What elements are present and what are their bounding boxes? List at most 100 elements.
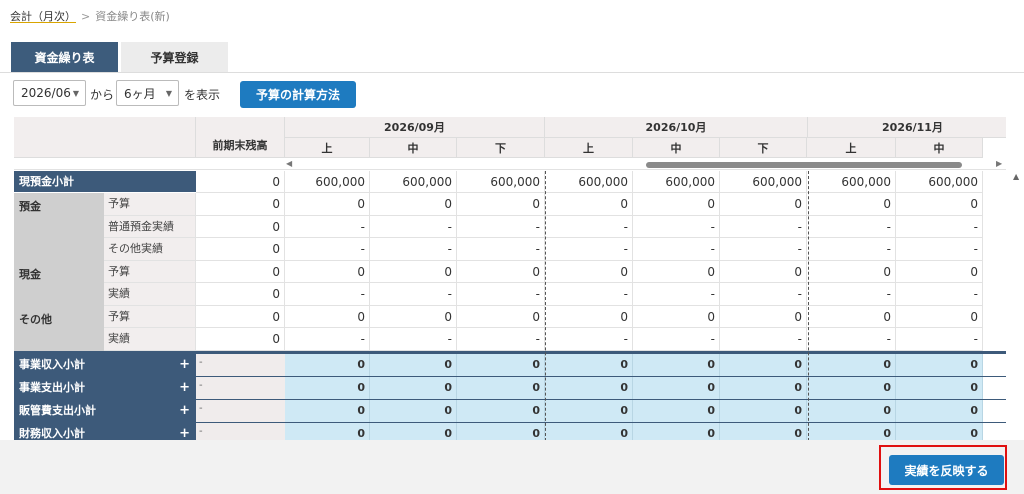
- prev-balance-cell: 0: [196, 283, 285, 306]
- value-cell[interactable]: -: [807, 283, 896, 306]
- value-cell[interactable]: -: [457, 283, 545, 306]
- prev-balance-cell: 0: [196, 328, 285, 351]
- scroll-left-icon[interactable]: ◀: [286, 159, 292, 168]
- value-cell[interactable]: 0: [370, 193, 457, 216]
- cash-subtotal-label: 現預金小計: [14, 171, 196, 193]
- value-cell[interactable]: 0: [545, 260, 633, 283]
- value-cell[interactable]: 0: [457, 305, 545, 328]
- value-cell[interactable]: 600,000: [720, 171, 807, 193]
- value-cell[interactable]: -: [807, 328, 896, 351]
- value-cell[interactable]: 0: [545, 305, 633, 328]
- summary-value-cell: 0: [896, 353, 983, 377]
- period-select[interactable]: 6ヶ月 ▼: [116, 80, 179, 106]
- chevron-down-icon: ▼: [72, 89, 79, 98]
- value-cell[interactable]: 0: [370, 305, 457, 328]
- value-cell[interactable]: -: [285, 328, 370, 351]
- value-cell[interactable]: 0: [457, 193, 545, 216]
- value-cell[interactable]: 0: [545, 193, 633, 216]
- from-month-select[interactable]: 2026/06 ▼: [13, 80, 86, 106]
- summary-value-cell: 0: [545, 422, 633, 440]
- value-cell[interactable]: -: [545, 283, 633, 306]
- value-cell[interactable]: -: [896, 238, 983, 261]
- value-cell[interactable]: 0: [285, 305, 370, 328]
- summary-value-cell: 0: [633, 353, 720, 377]
- value-cell[interactable]: 0: [633, 193, 720, 216]
- value-cell[interactable]: 0: [896, 193, 983, 216]
- value-cell[interactable]: -: [720, 283, 807, 306]
- value-cell[interactable]: 600,000: [896, 171, 983, 193]
- value-cell[interactable]: -: [633, 283, 720, 306]
- value-cell[interactable]: -: [896, 283, 983, 306]
- value-cell[interactable]: -: [720, 238, 807, 261]
- scroll-up-icon[interactable]: ▲: [1013, 172, 1019, 181]
- plus-icon[interactable]: +: [179, 400, 190, 422]
- value-cell[interactable]: -: [545, 215, 633, 238]
- value-cell[interactable]: -: [285, 283, 370, 306]
- value-cell[interactable]: -: [285, 238, 370, 261]
- horizontal-scroll-thumb[interactable]: [646, 162, 962, 168]
- value-cell[interactable]: 600,000: [633, 171, 720, 193]
- value-cell[interactable]: -: [370, 238, 457, 261]
- row-label: 予算: [104, 305, 196, 328]
- summary-value-cell: 0: [370, 399, 457, 423]
- value-cell[interactable]: -: [896, 328, 983, 351]
- breadcrumb-link-monthly-accounting[interactable]: 会計（月次）: [10, 10, 76, 23]
- value-cell[interactable]: -: [720, 215, 807, 238]
- period-header: 上: [285, 138, 370, 158]
- value-cell[interactable]: 0: [896, 305, 983, 328]
- value-cell[interactable]: 0: [633, 260, 720, 283]
- budget-calc-method-button[interactable]: 予算の計算方法: [240, 81, 356, 108]
- tab-cash-flow[interactable]: 資金繰り表: [11, 42, 118, 72]
- value-cell[interactable]: 600,000: [807, 171, 896, 193]
- value-cell[interactable]: 0: [807, 260, 896, 283]
- plus-icon[interactable]: +: [179, 377, 190, 399]
- value-cell[interactable]: 0: [896, 260, 983, 283]
- value-cell[interactable]: -: [370, 328, 457, 351]
- value-cell[interactable]: -: [633, 238, 720, 261]
- value-cell[interactable]: -: [633, 215, 720, 238]
- value-cell[interactable]: -: [545, 238, 633, 261]
- value-cell[interactable]: -: [545, 328, 633, 351]
- value-cell[interactable]: 600,000: [457, 171, 545, 193]
- scroll-right-icon[interactable]: ▶: [996, 159, 1002, 168]
- value-cell[interactable]: -: [807, 215, 896, 238]
- value-cell[interactable]: 0: [807, 305, 896, 328]
- value-cell[interactable]: 600,000: [545, 171, 633, 193]
- value-cell[interactable]: 0: [285, 193, 370, 216]
- value-cell[interactable]: -: [633, 328, 720, 351]
- value-cell[interactable]: 0: [370, 260, 457, 283]
- value-cell[interactable]: 600,000: [370, 171, 457, 193]
- value-cell[interactable]: 0: [285, 260, 370, 283]
- summary-value-cell: 0: [457, 353, 545, 377]
- value-cell[interactable]: -: [457, 238, 545, 261]
- value-cell[interactable]: -: [370, 215, 457, 238]
- value-cell[interactable]: -: [896, 215, 983, 238]
- from-month-value: 2026/06: [21, 86, 71, 100]
- value-cell[interactable]: 600,000: [285, 171, 370, 193]
- summary-prev-cell: -: [196, 376, 285, 400]
- summary-value-cell: 0: [370, 376, 457, 400]
- value-cell[interactable]: -: [720, 328, 807, 351]
- value-cell[interactable]: 0: [807, 193, 896, 216]
- tab-budget-registration[interactable]: 予算登録: [121, 42, 228, 72]
- value-cell[interactable]: 0: [633, 305, 720, 328]
- summary-value-cell: 0: [457, 376, 545, 400]
- value-cell[interactable]: -: [457, 215, 545, 238]
- row-label: 実績: [104, 283, 196, 306]
- plus-icon[interactable]: +: [179, 354, 190, 376]
- row-label: 予算: [104, 193, 196, 216]
- plus-icon[interactable]: +: [179, 423, 190, 441]
- summary-value-cell: 0: [285, 353, 370, 377]
- value-cell[interactable]: 0: [720, 260, 807, 283]
- value-cell[interactable]: 0: [720, 193, 807, 216]
- summary-value-cell: 0: [720, 376, 807, 400]
- cash-flow-table: 前期末残高 2026/09月 2026/10月 2026/11月上中下上中下上中 ◀ ▶ 現…: [14, 117, 1006, 440]
- value-cell[interactable]: 0: [720, 305, 807, 328]
- summary-value-cell: 0: [545, 376, 633, 400]
- value-cell[interactable]: -: [457, 328, 545, 351]
- period-header: 下: [720, 138, 807, 158]
- value-cell[interactable]: 0: [457, 260, 545, 283]
- value-cell[interactable]: -: [807, 238, 896, 261]
- value-cell[interactable]: -: [370, 283, 457, 306]
- value-cell[interactable]: -: [285, 215, 370, 238]
